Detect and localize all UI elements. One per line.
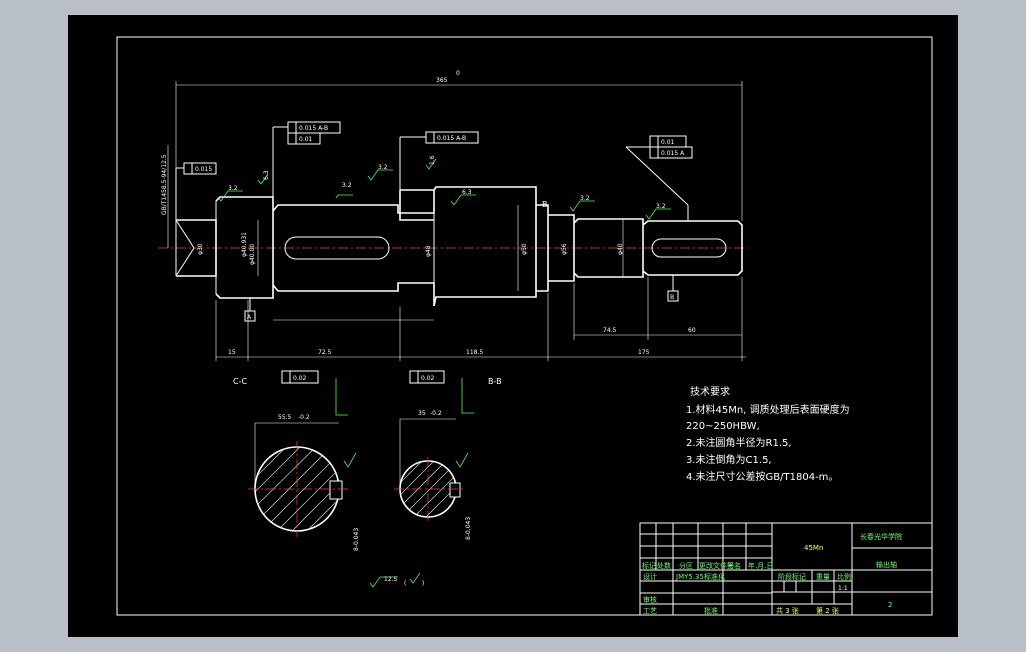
- cc-tol: 0.02: [293, 375, 307, 382]
- dia-a: φ40.931: [241, 232, 248, 257]
- svg-text:3.2: 3.2: [342, 182, 352, 189]
- dia-b: φ40.00: [249, 244, 256, 265]
- left-spec: GB/T1458.5-94/12.5: [161, 154, 168, 215]
- tb-r-proc: 工艺: [643, 607, 657, 615]
- tb-r-design: 设计: [643, 572, 657, 581]
- svg-text:3.2: 3.2: [656, 203, 666, 210]
- dim-60: 60: [688, 327, 696, 334]
- datum-b: B: [670, 294, 674, 301]
- tb-stage: 阶段标记: [778, 572, 806, 581]
- tech-l3: 2.未注圆角半径为R1.5,: [686, 436, 792, 449]
- dim-175: 175: [638, 349, 650, 356]
- tb-r-approve: 批准: [704, 606, 718, 615]
- datum-a: A: [247, 314, 252, 321]
- cc-dim: 55.5: [278, 414, 292, 421]
- bb-tol: 0.02: [421, 375, 435, 382]
- gt1a: 0.015 A-B: [299, 125, 328, 132]
- dim-118: 118.5: [466, 349, 483, 356]
- dim-72: 72.5: [318, 349, 332, 356]
- svg-text:1.6: 1.6: [429, 155, 436, 165]
- tb-part: 输出轴: [876, 560, 897, 569]
- section-bb: [394, 418, 464, 521]
- dim-74: 74.5: [603, 327, 617, 334]
- tb-number: 2: [888, 601, 892, 609]
- gt1b: 0.01: [299, 136, 313, 143]
- svg-text:3.2: 3.2: [228, 185, 238, 192]
- gt4a: 0.01: [661, 139, 675, 146]
- general-rough-paren: (: [404, 580, 406, 587]
- cc-dim-tol: -0.2: [298, 414, 310, 421]
- shaft-drawing: 15 72.5 118.5 175 74.5 60 365 0 GB/T1458…: [116, 36, 933, 616]
- tb-sheets: 共 3 张: [776, 606, 799, 615]
- drawing-frame: [116, 36, 933, 616]
- bb-leader: [461, 378, 474, 414]
- bb-dim: 35: [418, 410, 426, 417]
- tb-h-sign: 签名: [727, 561, 741, 570]
- gt2: 0.015 A-B: [437, 135, 466, 142]
- tech-l1: 1.材料45Mn, 调质处理后表面硬度为: [686, 403, 850, 416]
- dim-15: 15: [228, 349, 236, 356]
- tb-h-date: 年.月.日: [748, 561, 773, 570]
- tb-scale-h: 比例: [837, 572, 851, 581]
- gt4b: 0.015 A: [661, 150, 685, 157]
- general-rough-check: [409, 572, 421, 584]
- tb-school: 长春光华学院: [860, 532, 902, 541]
- dia-50: φ50: [521, 243, 528, 255]
- svg-text:6.3: 6.3: [462, 189, 472, 196]
- tb-scale: 1:1: [838, 585, 848, 592]
- gt3: 0.015: [195, 166, 212, 173]
- tb-sheet-no: 第 2 张: [816, 606, 839, 615]
- gt-frame-1: [272, 121, 341, 197]
- tb-r-std: 标准化: [704, 572, 725, 581]
- section-b-label: B: [542, 200, 548, 209]
- tb-weight: 重量: [816, 573, 830, 581]
- dim-total: 365: [436, 77, 448, 84]
- tb-h-count: 处数: [657, 561, 671, 570]
- svg-text:6.3: 6.3: [263, 170, 270, 180]
- general-rough: 12.5: [384, 576, 398, 583]
- section-cc-label: C-C: [233, 377, 247, 386]
- cad-viewport[interactable]: 15 72.5 118.5 175 74.5 60 365 0 GB/T1458…: [68, 15, 958, 637]
- tb-sig: JMY5.35: [675, 573, 704, 581]
- tb-r-check: 审核: [643, 595, 657, 604]
- bb-rough: [455, 452, 469, 468]
- tb-h-mark: 标记: [642, 561, 656, 570]
- svg-text:3.2: 3.2: [580, 195, 590, 202]
- dia-56: φ56: [561, 243, 568, 255]
- tech-l2: 220~250HBW,: [686, 421, 760, 432]
- dim-total-tol: 0: [456, 70, 460, 77]
- cc-leader: [335, 378, 348, 416]
- cc-rough: [343, 452, 357, 468]
- tech-title: 技术要求: [690, 385, 730, 398]
- tech-l5: 4.未注尺寸公差按GB/T1804-m。: [686, 470, 838, 483]
- svg-text:3.2: 3.2: [378, 164, 388, 171]
- bb-w: 8-0.043: [465, 517, 472, 540]
- tb-h-zone: 分区: [679, 561, 693, 570]
- dia-left: φ30: [197, 243, 204, 255]
- bb-dim-tol: -0.2: [430, 410, 442, 417]
- cc-w: 8-0.043: [353, 528, 360, 551]
- dia-48: φ48: [425, 245, 432, 257]
- tb-material: 45Mn: [804, 544, 823, 552]
- section-cc: [248, 422, 348, 537]
- general-rough-paren-close: ): [422, 580, 424, 587]
- section-bb-label: B-B: [488, 377, 502, 386]
- tech-l4: 3.未注倒角为C1.5,: [686, 453, 772, 466]
